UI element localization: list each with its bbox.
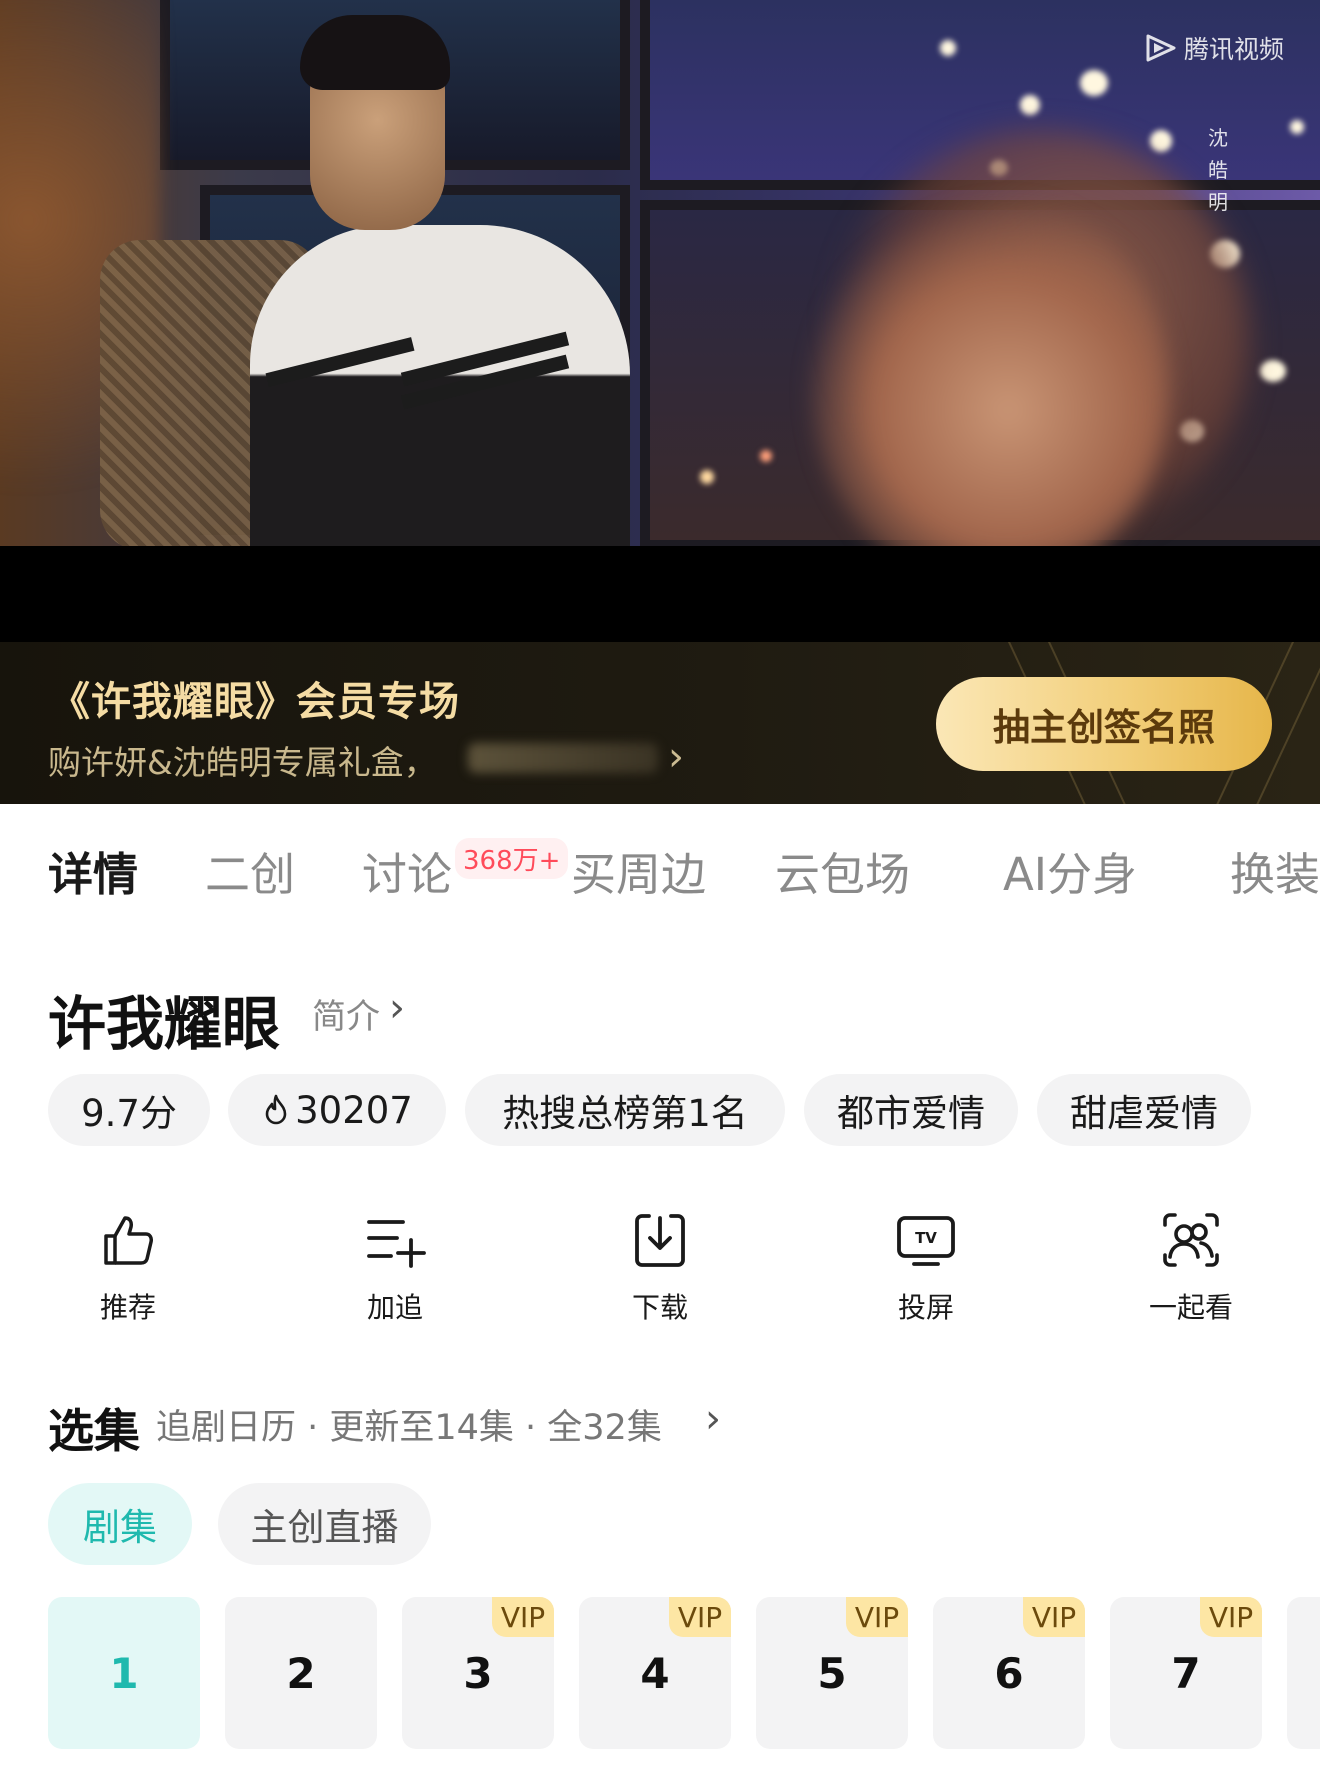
episode-number: 4 [640, 1648, 670, 1698]
episodes-meta[interactable]: 追剧日历 · 更新至14集 · 全32集 [156, 1399, 662, 1450]
promo-chevron-right-icon[interactable]: › [668, 734, 684, 780]
episode-number: 2 [286, 1648, 316, 1698]
tab-discussion[interactable]: 讨论 [362, 838, 452, 903]
genre-text: 都市爱情 [837, 1092, 985, 1135]
vip-badge: VIP [669, 1597, 731, 1637]
vertical-caption: 沈皓明 [1208, 126, 1228, 214]
episode-number: 5 [817, 1648, 847, 1698]
vip-badge: VIP [1200, 1597, 1262, 1637]
cast-screen-label: 投屏 [897, 1291, 954, 1324]
episodes-heading: 选集 [48, 1404, 140, 1458]
watch-together-label: 一起看 [1148, 1291, 1233, 1324]
add-to-watchlist-button[interactable]: 加追 [325, 1210, 465, 1326]
episode-tile[interactable]: 5 VIP [756, 1597, 908, 1749]
intro-chevron-right-icon[interactable]: › [389, 985, 405, 1031]
promo-subtitle: 购许妍&沈皓明专属礼盒， [48, 743, 437, 782]
genre-text: 甜虐爱情 [1070, 1092, 1218, 1135]
rating-chip[interactable]: 9.7分 [48, 1074, 210, 1146]
intro-link[interactable]: 简介 [312, 989, 380, 1038]
tab-derivative[interactable]: 二创 [205, 838, 295, 903]
download-button[interactable]: 下载 [590, 1210, 730, 1326]
vip-badge: VIP [492, 1597, 554, 1637]
recommend-button[interactable]: 推荐 [58, 1210, 198, 1326]
detail-tab-bar: 详情 二创 讨论 买周边 云包场 AI分身 换装 [0, 838, 1320, 918]
segment-cast-live[interactable]: 主创直播 [218, 1483, 431, 1565]
promo-banner[interactable]: 《许我耀眼》会员专场 购许妍&沈皓明专属礼盒， › 抽主创签名照 [0, 642, 1320, 804]
show-title: 许我耀眼 [48, 990, 281, 1058]
tab-ai-avatar[interactable]: AI分身 [1003, 838, 1137, 903]
play-logo-icon [1146, 34, 1176, 62]
recommend-label: 推荐 [99, 1291, 156, 1324]
thumbs-up-icon [104, 1216, 153, 1265]
tab-dress-up[interactable]: 换装 [1230, 838, 1320, 903]
discussion-count-badge: 368万+ [455, 838, 569, 879]
tab-details[interactable]: 详情 [48, 838, 138, 903]
episode-tile[interactable]: 2 [225, 1597, 377, 1749]
tv-cast-icon: TV [897, 1216, 955, 1266]
episode-number: 7 [1171, 1648, 1201, 1698]
episode-tile[interactable]: 3 VIP [402, 1597, 554, 1749]
video-letterbox [0, 546, 1320, 642]
vip-badge: VIP [846, 1597, 908, 1637]
add-to-watchlist-label: 加追 [366, 1291, 423, 1324]
download-icon [635, 1214, 685, 1267]
vip-badge: VIP [1023, 1597, 1085, 1637]
watermark-text: 腾讯视频 [1183, 35, 1284, 64]
heat-chip[interactable]: 30207 [228, 1074, 446, 1146]
video-player[interactable]: 腾讯视频 沈皓明 [0, 0, 1320, 546]
genre-chip[interactable]: 甜虐爱情 [1037, 1074, 1251, 1146]
tab-cloud-screening[interactable]: 云包场 [775, 838, 910, 903]
flame-icon [265, 1094, 287, 1125]
episode-tile-partial[interactable] [1287, 1597, 1320, 1749]
watch-together-button[interactable]: 一起看 [1121, 1210, 1261, 1326]
watch-together-icon [1163, 1213, 1219, 1267]
episode-tile[interactable]: 7 VIP [1110, 1597, 1262, 1749]
ranking-chip[interactable]: 热搜总榜第1名 [465, 1074, 785, 1146]
add-list-icon [367, 1220, 426, 1268]
cast-screen-button[interactable]: TV 投屏 [856, 1210, 996, 1326]
tab-merch[interactable]: 买周边 [571, 838, 706, 903]
genre-chip[interactable]: 都市爱情 [804, 1074, 1018, 1146]
episode-number: 3 [463, 1648, 493, 1698]
episode-number: 6 [994, 1648, 1024, 1698]
svg-text:TV: TV [915, 1229, 937, 1247]
episode-tile[interactable]: 6 VIP [933, 1597, 1085, 1749]
rating-text: 9.7分 [81, 1092, 177, 1135]
segment-episodes[interactable]: 剧集 [48, 1483, 192, 1565]
episodes-chevron-right-icon[interactable]: › [705, 1396, 721, 1442]
ranking-text: 热搜总榜第1名 [502, 1092, 748, 1135]
promo-action-button[interactable]: 抽主创签名照 [936, 677, 1272, 771]
promo-title: 《许我耀眼》会员专场 [50, 679, 460, 725]
download-label: 下载 [631, 1291, 688, 1324]
promo-subtitle-faded [468, 743, 658, 773]
episode-tile[interactable]: 1 [48, 1597, 200, 1749]
episode-tile[interactable]: 4 VIP [579, 1597, 731, 1749]
tencent-video-logo: 腾讯视频 [1144, 30, 1284, 66]
heat-value: 30207 [295, 1088, 413, 1132]
episode-number: 1 [109, 1648, 139, 1698]
